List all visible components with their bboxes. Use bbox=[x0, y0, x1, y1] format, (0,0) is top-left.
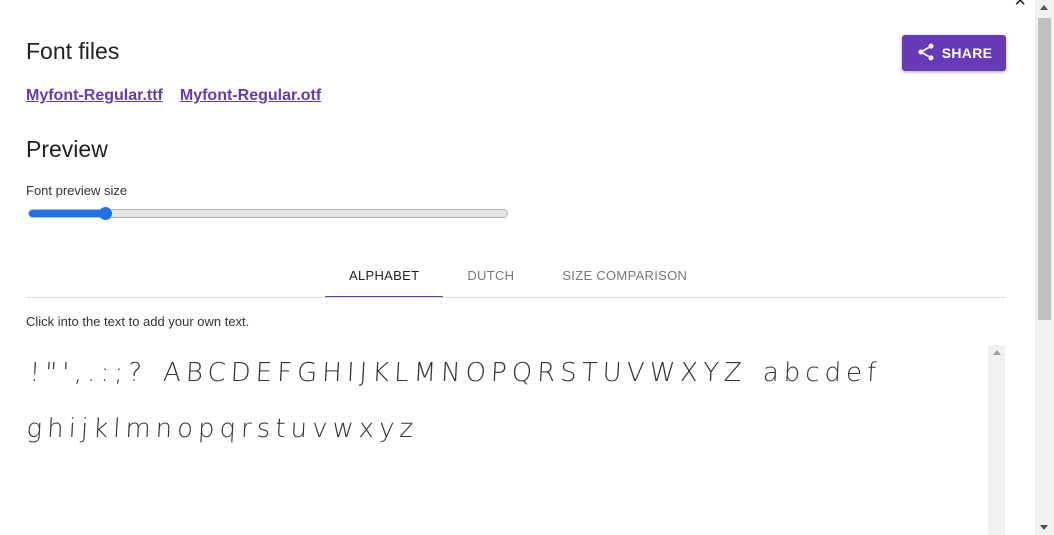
scroll-down-icon[interactable] bbox=[1040, 525, 1048, 530]
page-scrollbar[interactable] bbox=[1035, 0, 1054, 535]
tab-dutch[interactable]: DUTCH bbox=[443, 254, 538, 297]
tab-size-comparison[interactable]: SIZE COMPARISON bbox=[538, 254, 711, 297]
close-icon[interactable]: × bbox=[1014, 0, 1026, 11]
preview-scrollbar[interactable] bbox=[988, 345, 1005, 535]
scroll-up-icon[interactable] bbox=[993, 350, 1001, 355]
font-file-links: Myfont-Regular.ttf Myfont-Regular.otf bbox=[26, 87, 321, 105]
font-preview-text[interactable]: !"',.:;? ABCDEFGHIJKLMNOPQRSTUVWXYZ abcd… bbox=[21, 345, 993, 535]
scrollbar-thumb[interactable] bbox=[1038, 18, 1051, 320]
preview-heading: Preview bbox=[26, 136, 108, 162]
otf-download-link[interactable]: Myfont-Regular.otf bbox=[180, 87, 321, 105]
share-button[interactable]: SHARE bbox=[902, 35, 1006, 71]
share-label: SHARE bbox=[941, 45, 993, 61]
preview-size-label: Font preview size bbox=[26, 183, 128, 198]
preview-hint: Click into the text to add your own text… bbox=[26, 314, 250, 329]
slider-fill bbox=[29, 210, 106, 217]
tabs-divider bbox=[26, 297, 1006, 298]
share-icon bbox=[916, 42, 936, 65]
tab-alphabet[interactable]: ALPHABET bbox=[325, 254, 444, 298]
slider-thumb[interactable] bbox=[98, 207, 112, 220]
scroll-up-icon[interactable] bbox=[1040, 5, 1048, 10]
preview-tabs: ALPHABET DUTCH SIZE COMPARISON bbox=[325, 254, 711, 298]
font-files-heading: Font files bbox=[26, 38, 120, 64]
ttf-download-link[interactable]: Myfont-Regular.ttf bbox=[26, 87, 163, 105]
